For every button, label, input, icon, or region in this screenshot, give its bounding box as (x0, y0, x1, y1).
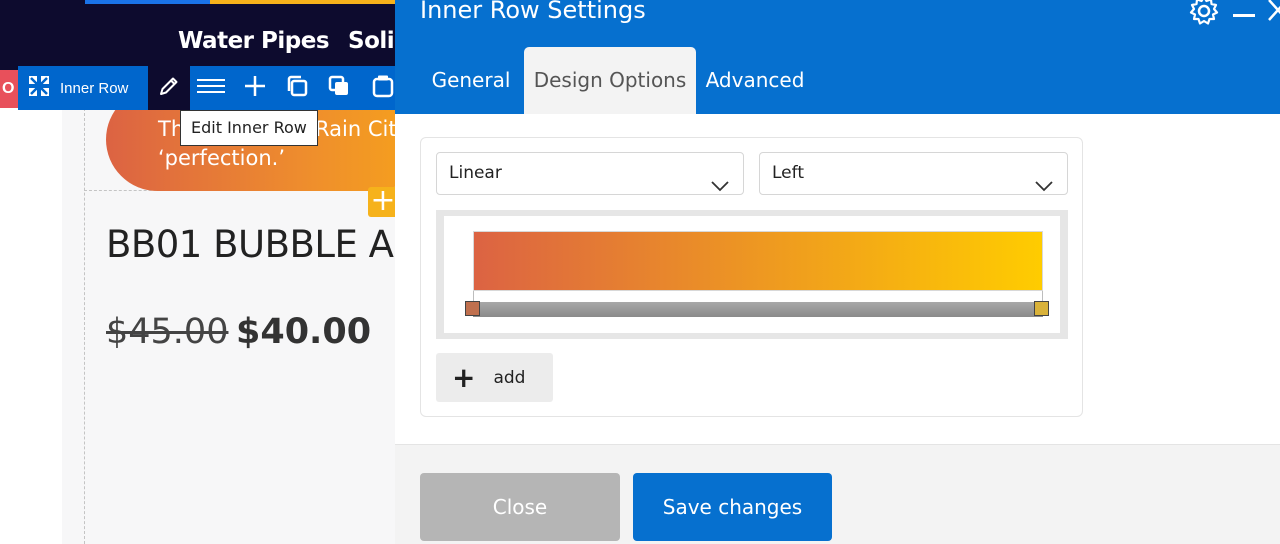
gradient-direction-select[interactable]: Left (759, 152, 1068, 195)
price-original: $45.00 (106, 312, 229, 352)
nav-link-water-pipes[interactable]: Water Pipes (178, 28, 330, 54)
element-toolbar: Inner Row (18, 66, 400, 110)
tab-general[interactable]: General (425, 47, 517, 114)
close-button[interactable]: Close (420, 473, 620, 541)
price-sale: $40.00 (236, 312, 372, 352)
page-margin (0, 108, 62, 544)
gradient-type-select[interactable]: Linear (436, 152, 744, 195)
move-inner-row-handle[interactable]: Inner Row (18, 66, 148, 110)
minimize-icon[interactable] (1233, 14, 1255, 17)
screen: Water Pipes Solic Th Rain Cit ‘perfectio… (0, 0, 1280, 544)
edit-tooltip: Edit Inner Row (180, 110, 318, 146)
gradient-stop-end[interactable] (1034, 301, 1049, 316)
gradient-stop-track[interactable] (473, 302, 1043, 317)
chevron-down-icon (711, 167, 729, 208)
plus-icon (244, 75, 266, 102)
gradient-preview (473, 231, 1043, 291)
gear-icon[interactable] (1187, 0, 1221, 33)
gradient-type-value: Linear (449, 163, 502, 183)
copy-icon (285, 74, 309, 103)
move-icon (28, 75, 60, 102)
nav-accent-yellow (210, 0, 400, 4)
promo-text-end: Rain Cit (315, 117, 397, 141)
save-changes-button[interactable]: Save changes (633, 473, 832, 541)
panel-footer: Close Save changes (395, 444, 1280, 544)
add-element-button[interactable]: + (368, 186, 398, 217)
row-guide-vertical (84, 108, 85, 544)
plus-icon: + (452, 360, 476, 394)
nav-accent-blue (85, 0, 210, 4)
promo-text-line2: ‘perfection.’ (158, 146, 285, 170)
panel-header: Inner Row Settings General Design Option… (395, 0, 1280, 114)
close-icon[interactable] (1267, 0, 1280, 29)
site-header: Water Pipes Solic (0, 0, 408, 70)
chevron-down-icon (1035, 167, 1053, 208)
gradient-stop-start[interactable] (465, 301, 480, 316)
edit-inner-row-button[interactable] (148, 66, 190, 110)
tab-design-options[interactable]: Design Options (524, 47, 696, 114)
gradient-preview-area (444, 216, 1060, 333)
add-gradient-stop-button[interactable]: + add (436, 353, 553, 402)
menu-icon (196, 77, 226, 100)
panel-title: Inner Row Settings (420, 0, 646, 24)
gradient-editor: Linear Left + add (420, 137, 1083, 417)
gradient-preview-frame (436, 210, 1068, 339)
clone-icon (327, 74, 351, 103)
panel-body: Linear Left + add (395, 114, 1280, 444)
element-name: Inner Row (60, 79, 129, 97)
save-icon (372, 74, 394, 103)
clone-button[interactable] (318, 66, 360, 110)
gradient-direction-value: Left (772, 163, 804, 183)
parent-element-tab[interactable]: O (0, 70, 18, 108)
add-column-button[interactable] (234, 66, 276, 110)
pencil-icon (158, 75, 180, 102)
add-label: add (493, 367, 526, 388)
settings-panel: Inner Row Settings General Design Option… (395, 0, 1280, 544)
product-title: BB01 BUBBLE AR (106, 223, 419, 266)
copy-button[interactable] (276, 66, 318, 110)
tab-advanced[interactable]: Advanced (703, 47, 807, 114)
row-layout-button[interactable] (190, 66, 232, 110)
